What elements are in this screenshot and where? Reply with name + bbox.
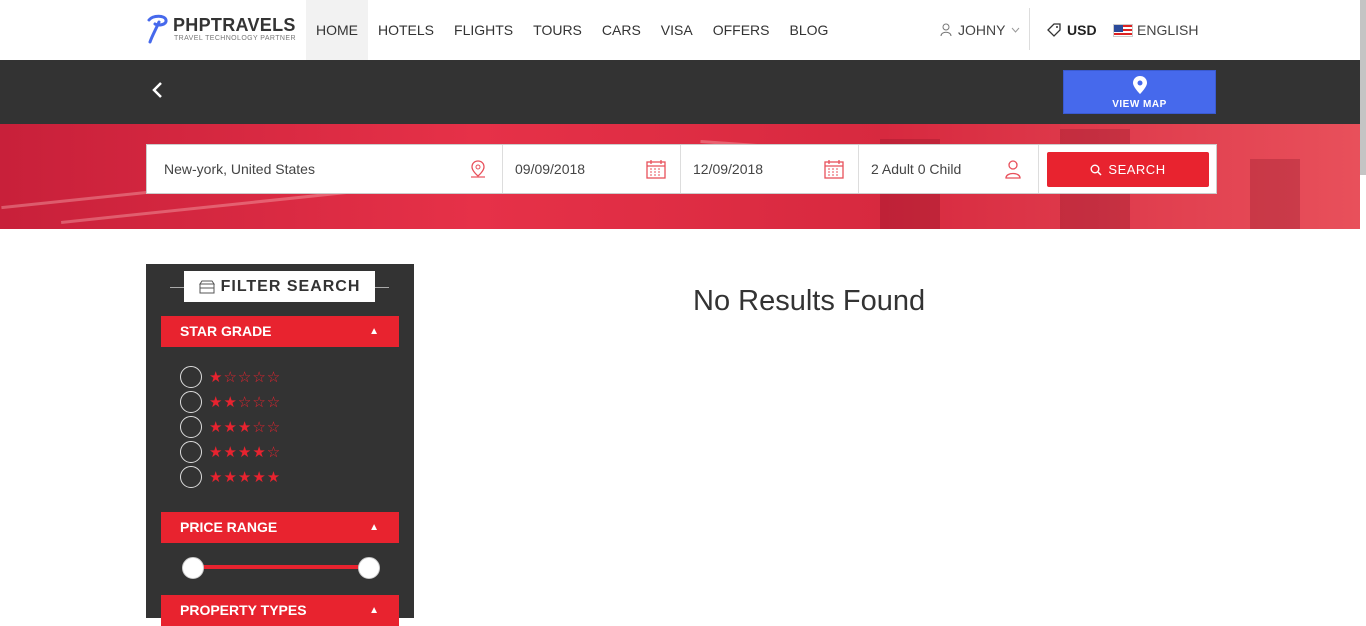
star-option-3[interactable]: ★★★☆☆: [180, 416, 281, 438]
caret-up-icon: ▲: [369, 326, 379, 337]
radio-button[interactable]: [180, 416, 202, 438]
currency-label: USD: [1067, 22, 1097, 38]
radio-button[interactable]: [180, 391, 202, 413]
checkin-value: 09/09/2018: [515, 161, 586, 177]
user-icon: [940, 23, 952, 37]
hero-building: [1250, 159, 1300, 229]
filter-title-line: [375, 287, 389, 288]
nav-home[interactable]: HOME: [306, 0, 368, 60]
location-pin-icon: [471, 160, 485, 178]
calendar-icon: [824, 160, 844, 179]
back-arrow-icon[interactable]: [148, 80, 168, 100]
brand-logo[interactable]: PHPTRAVELS TRAVEL TECHNOLOGY PARTNER: [145, 14, 296, 46]
map-pin-icon: [1133, 76, 1147, 94]
radio-button[interactable]: [180, 441, 202, 463]
star-rating: ★★★☆☆: [209, 419, 282, 436]
sub-header-bar: VIEW MAP: [0, 60, 1360, 124]
view-map-label: VIEW MAP: [1112, 99, 1167, 110]
price-slider-max-handle[interactable]: [358, 557, 380, 579]
price-slider-track[interactable]: [193, 565, 369, 569]
star-rating: ★★★★☆: [209, 444, 282, 461]
radio-button[interactable]: [180, 466, 202, 488]
filter-search-label: FILTER SEARCH: [220, 277, 361, 295]
star-rating: ★★★★★: [209, 469, 282, 486]
property-types-header[interactable]: PROPERTY TYPES ▲: [161, 595, 399, 626]
calendar-icon: [646, 160, 666, 179]
logo-mark-icon: [147, 14, 168, 44]
nav-visa[interactable]: VISA: [651, 0, 703, 60]
star-option-2[interactable]: ★★☆☆☆: [180, 391, 281, 413]
search-button-label: SEARCH: [1108, 162, 1166, 177]
price-range-label: PRICE RANGE: [180, 519, 278, 535]
radio-button[interactable]: [180, 366, 202, 388]
caret-up-icon: ▲: [369, 522, 379, 533]
guests-value: 2 Adult 0 Child: [871, 161, 962, 177]
filter-icon: [198, 280, 215, 293]
nav-hotels[interactable]: HOTELS: [368, 0, 444, 60]
main-nav: HOME HOTELS FLIGHTS TOURS CARS VISA OFFE…: [306, 0, 838, 60]
language-label: ENGLISH: [1137, 22, 1199, 38]
star-grade-header[interactable]: STAR GRADE ▲: [161, 316, 399, 347]
hero-banner: New-york, United States 09/09/2018 12/09…: [0, 124, 1360, 229]
star-option-5[interactable]: ★★★★★: [180, 466, 281, 488]
checkout-value: 12/09/2018: [693, 161, 764, 177]
scrollbar[interactable]: [1360, 0, 1366, 175]
price-range-header[interactable]: PRICE RANGE ▲: [161, 512, 399, 543]
property-types-label: PROPERTY TYPES: [180, 602, 307, 618]
language-selector[interactable]: ENGLISH: [1113, 0, 1198, 60]
currency-selector[interactable]: USD: [1047, 0, 1097, 60]
location-value: New-york, United States: [164, 161, 315, 177]
search-form: New-york, United States 09/09/2018 12/09…: [146, 144, 1217, 194]
star-rating: ★☆☆☆☆: [209, 369, 282, 386]
filter-title-line: [170, 287, 184, 288]
brand-name: PHPTRAVELS: [173, 15, 296, 35]
star-option-4[interactable]: ★★★★☆: [180, 441, 281, 463]
no-results-message: No Results Found: [693, 285, 926, 317]
filter-sidebar: FILTER SEARCH STAR GRADE ▲ ★☆☆☆☆ ★★☆☆☆ ★…: [146, 264, 414, 626]
nav-tours[interactable]: TOURS: [523, 0, 592, 60]
nav-offers[interactable]: OFFERS: [703, 0, 780, 60]
us-flag-icon: [1113, 23, 1133, 37]
nav-flights[interactable]: FLIGHTS: [444, 0, 523, 60]
view-map-button[interactable]: VIEW MAP: [1063, 70, 1216, 114]
guests-field[interactable]: 2 Adult 0 Child: [859, 145, 1039, 193]
search-button[interactable]: SEARCH: [1047, 152, 1209, 187]
nav-blog[interactable]: BLOG: [779, 0, 838, 60]
star-option-1[interactable]: ★☆☆☆☆: [180, 366, 281, 388]
price-slider-min-handle[interactable]: [182, 557, 204, 579]
checkout-field[interactable]: 12/09/2018: [681, 145, 859, 193]
user-menu[interactable]: JOHNY: [940, 0, 1020, 60]
top-header: PHPTRAVELS TRAVEL TECHNOLOGY PARTNER HOM…: [0, 0, 1366, 60]
checkin-field[interactable]: 09/09/2018: [503, 145, 681, 193]
nav-cars[interactable]: CARS: [592, 0, 651, 60]
header-divider: [1029, 8, 1030, 50]
star-rating: ★★☆☆☆: [209, 394, 282, 411]
star-grade-label: STAR GRADE: [180, 323, 272, 339]
location-field[interactable]: New-york, United States: [147, 145, 503, 193]
caret-up-icon: ▲: [369, 605, 379, 616]
chevron-down-icon: [1012, 27, 1020, 33]
filter-search-title: FILTER SEARCH: [184, 271, 375, 302]
tag-icon: [1047, 23, 1061, 37]
person-icon: [1005, 160, 1021, 179]
brand-tagline: TRAVEL TECHNOLOGY PARTNER: [174, 35, 296, 42]
search-icon: [1090, 164, 1102, 176]
user-name: JOHNY: [958, 22, 1006, 38]
